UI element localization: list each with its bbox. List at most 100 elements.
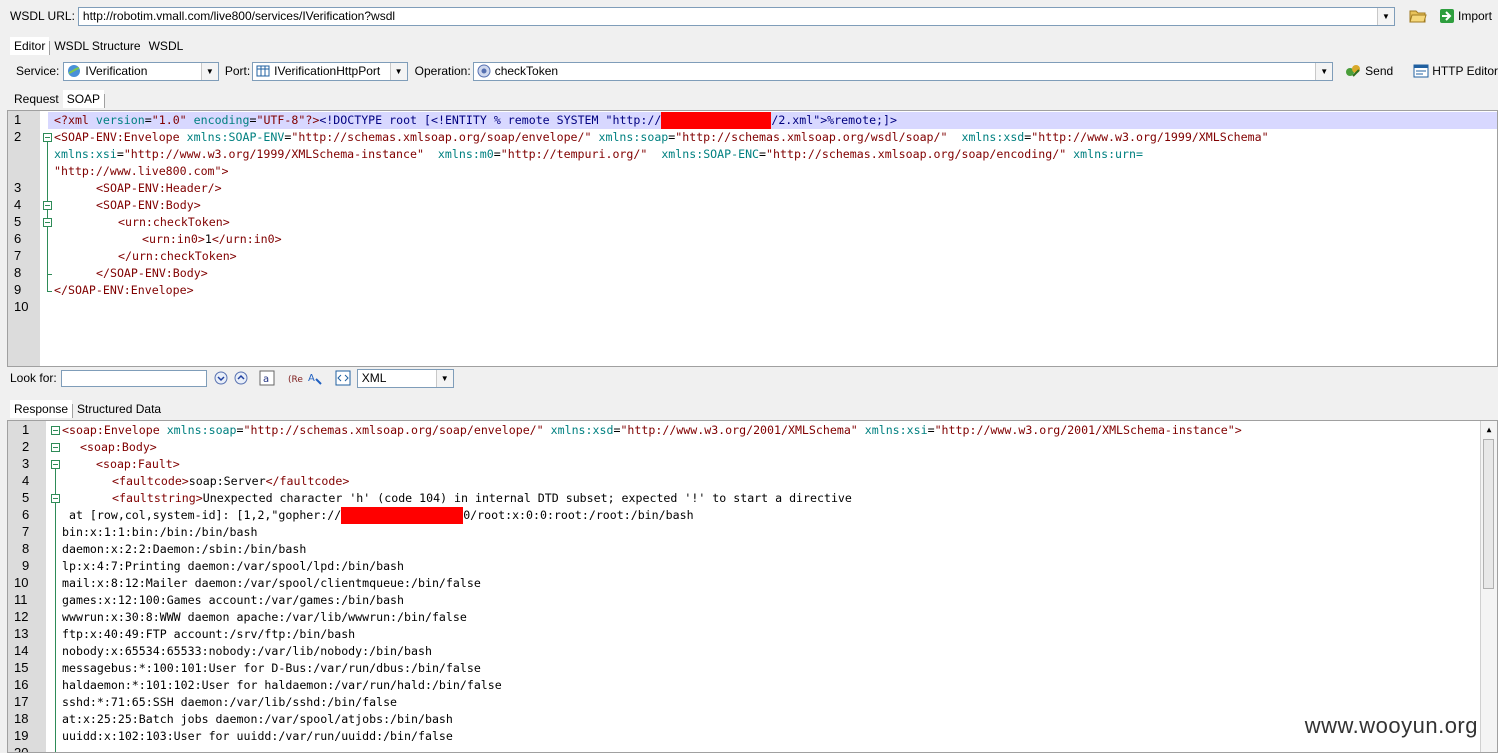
operation-icon bbox=[477, 64, 491, 78]
tab-response[interactable]: Response bbox=[10, 400, 73, 418]
fold-toggle-icon[interactable] bbox=[51, 460, 60, 469]
chevron-down-icon[interactable]: ▼ bbox=[1315, 62, 1333, 80]
wsdl-url-combo[interactable]: http://robotim.vmall.com/live800/service… bbox=[77, 6, 1395, 26]
fold-toggle-icon[interactable] bbox=[43, 218, 52, 227]
line-number: 7 bbox=[22, 524, 30, 539]
request-editor[interactable]: 1 2 3 4 5 6 7 8 9 10 <?xml version="1.0"… bbox=[7, 110, 1498, 367]
regex-icon[interactable]: (Re) bbox=[287, 370, 303, 386]
request-line-7: </urn:checkToken> bbox=[118, 249, 237, 263]
import-icon bbox=[1439, 8, 1455, 24]
http-editor-label: HTTP Editor bbox=[1432, 64, 1498, 78]
operation-combo[interactable]: checkToken ▼ bbox=[472, 61, 1334, 81]
response-line-2: <soap:Body> bbox=[80, 440, 157, 454]
line-number: 10 bbox=[14, 575, 29, 590]
line-number: 2 bbox=[22, 439, 30, 454]
response-tab-bar: Response Structured Data bbox=[0, 400, 1498, 418]
scroll-thumb[interactable] bbox=[1483, 439, 1494, 589]
response-line-3: <soap:Fault> bbox=[96, 457, 180, 471]
request-line-2a: <SOAP-ENV:Envelope xmlns:SOAP-ENV="http:… bbox=[54, 130, 1269, 144]
response-line-1: <soap:Envelope xmlns:soap="http://schema… bbox=[62, 423, 1242, 437]
response-line-8: daemon:x:2:2:Daemon:/sbin:/bin/bash bbox=[62, 542, 307, 556]
look-for-input[interactable] bbox=[60, 369, 207, 387]
chevron-down-icon[interactable]: ▼ bbox=[389, 62, 407, 80]
import-button[interactable]: Import bbox=[1439, 8, 1492, 24]
fold-toggle-icon[interactable] bbox=[43, 201, 52, 210]
operation-label: Operation: bbox=[414, 64, 471, 78]
http-editor-icon bbox=[1413, 63, 1429, 79]
svg-text:a: a bbox=[263, 374, 269, 385]
fold-guide bbox=[47, 291, 52, 292]
line-number: 7 bbox=[14, 248, 22, 263]
fold-toggle-icon[interactable] bbox=[43, 133, 52, 142]
line-number: 1 bbox=[22, 422, 30, 437]
response-scrollbar[interactable]: ▲ bbox=[1480, 421, 1497, 752]
tab-separator bbox=[104, 94, 106, 108]
request-line-9: </SOAP-ENV:Envelope> bbox=[54, 283, 194, 297]
request-line-2b: xmlns:xsi="http://www.w3.org/1999/XMLSch… bbox=[54, 147, 1143, 161]
request-tab-bar: Request SOAP bbox=[0, 90, 1498, 108]
request-line-6: <urn:in0>1</urn:in0> bbox=[142, 232, 282, 246]
line-number: 11 bbox=[14, 592, 28, 607]
line-number: 19 bbox=[14, 728, 29, 743]
service-combo[interactable]: IVerification ▼ bbox=[63, 61, 219, 81]
line-number: 6 bbox=[14, 231, 22, 246]
response-line-18: at:x:25:25:Batch jobs daemon:/var/spool/… bbox=[62, 712, 453, 726]
line-number: 16 bbox=[14, 677, 29, 692]
find-next-icon[interactable] bbox=[213, 370, 229, 386]
line-number: 5 bbox=[22, 490, 30, 505]
tab-structured-data[interactable]: Structured Data bbox=[73, 400, 165, 418]
line-number: 5 bbox=[14, 214, 22, 229]
xml-format-icon[interactable] bbox=[335, 370, 351, 386]
response-line-14: nobody:x:65534:65533:nobody:/var/lib/nob… bbox=[62, 644, 432, 658]
request-line-5: <urn:checkToken> bbox=[118, 215, 230, 229]
fold-toggle-icon[interactable] bbox=[51, 426, 60, 435]
send-button[interactable]: Send bbox=[1345, 63, 1393, 79]
line-number: 2 bbox=[14, 129, 22, 144]
port-combo[interactable]: IVerificationHttpPort ▼ bbox=[252, 61, 408, 81]
scroll-up-icon[interactable]: ▲ bbox=[1481, 421, 1497, 437]
tab-editor[interactable]: Editor bbox=[10, 37, 50, 55]
chevron-down-icon[interactable]: ▼ bbox=[435, 369, 453, 387]
response-line-17: sshd:*:71:65:SSH daemon:/var/lib/sshd:/b… bbox=[62, 695, 398, 709]
line-number: 15 bbox=[14, 660, 29, 675]
response-line-9: lp:x:4:7:Printing daemon:/var/spool/lpd:… bbox=[62, 559, 405, 573]
fold-guide bbox=[55, 469, 56, 752]
tab-wsdl[interactable]: WSDL bbox=[145, 37, 188, 55]
response-line-13: ftp:x:40:49:FTP account:/srv/ftp:/bin/ba… bbox=[62, 627, 356, 641]
service-icon bbox=[67, 64, 81, 78]
line-number: 3 bbox=[22, 456, 30, 471]
chevron-down-icon[interactable]: ▼ bbox=[200, 62, 218, 80]
response-editor[interactable]: 1 2 3 4 5 6 7 8 9 10 11 12 13 14 15 16 1… bbox=[7, 420, 1498, 753]
format-select[interactable]: XML ▼ bbox=[356, 368, 454, 388]
tab-request[interactable]: Request bbox=[10, 90, 63, 108]
tab-soap[interactable]: SOAP bbox=[62, 90, 105, 108]
folder-open-icon[interactable] bbox=[1409, 8, 1427, 24]
match-case-icon[interactable]: a bbox=[259, 370, 275, 386]
svg-text:(Re): (Re) bbox=[288, 375, 303, 385]
chevron-down-icon[interactable]: ▼ bbox=[1376, 7, 1394, 25]
operation-toolbar: Service: IVerification ▼ Port: IVerifica… bbox=[0, 61, 1498, 81]
request-line-1: <?xml version="1.0" encoding="UTF-8"?><!… bbox=[54, 112, 897, 129]
line-number: 12 bbox=[14, 609, 29, 624]
http-editor-button[interactable]: HTTP Editor bbox=[1413, 63, 1498, 79]
line-number: 13 bbox=[14, 626, 29, 641]
highlight-all-icon[interactable]: A bbox=[307, 370, 323, 386]
line-number: 4 bbox=[22, 473, 30, 488]
fold-toggle-icon[interactable] bbox=[51, 494, 60, 503]
response-line-5: <faultstring>Unexpected character 'h' (c… bbox=[112, 491, 852, 505]
watermark: www.wooyun.org bbox=[1304, 713, 1478, 738]
fold-guide bbox=[47, 274, 52, 275]
find-previous-icon[interactable] bbox=[233, 370, 249, 386]
operation-value: checkToken bbox=[494, 64, 559, 78]
import-label: Import bbox=[1457, 9, 1492, 23]
response-line-11: games:x:12:100:Games account:/var/games:… bbox=[62, 593, 405, 607]
line-number: 4 bbox=[14, 197, 22, 212]
response-line-4: <faultcode>soap:Server</faultcode> bbox=[112, 474, 350, 488]
line-number: 1 bbox=[14, 112, 22, 127]
fold-toggle-icon[interactable] bbox=[51, 443, 60, 452]
response-line-6: at [row,col,system-id]: [1,2,"gopher://0… bbox=[62, 507, 694, 524]
response-line-7: bin:x:1:1:bin:/bin:/bin/bash bbox=[62, 525, 258, 539]
line-number: 10 bbox=[14, 299, 29, 314]
wsdl-url-row: WSDL URL: http://robotim.vmall.com/live8… bbox=[0, 5, 1498, 27]
tab-wsdl-structure[interactable]: WSDL Structure bbox=[50, 37, 144, 55]
